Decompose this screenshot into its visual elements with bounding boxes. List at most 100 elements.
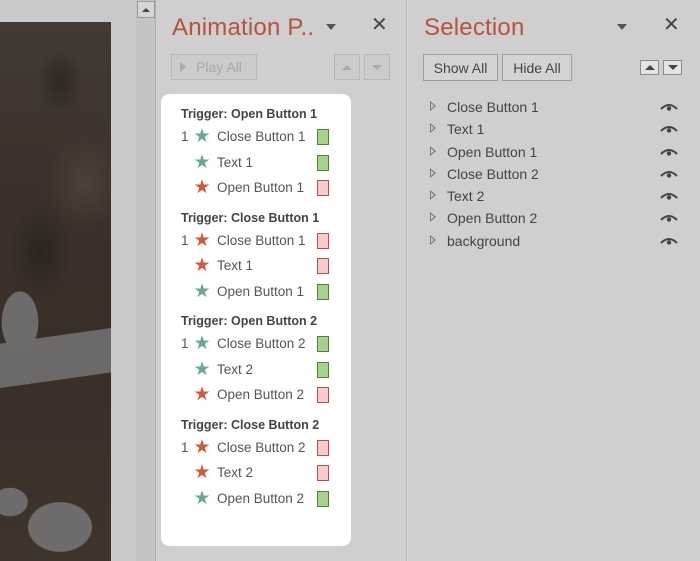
animation-item[interactable]: ★ Text 2 [181,357,351,383]
exit-timing-bar[interactable] [317,387,329,403]
animation-order-number: 1 [181,129,189,145]
exit-effect-star-icon: ★ [193,255,211,277]
visibility-eye-icon[interactable] [660,191,678,201]
animation-item-label: Text 2 [217,465,254,481]
move-up-icon [342,64,352,70]
send-backward-button[interactable] [663,60,682,75]
exit-effect-star-icon: ★ [193,384,211,406]
animation-item[interactable]: ★ Open Button 1 [181,175,351,201]
move-earlier-button[interactable] [334,54,360,80]
animation-pane-options-button[interactable] [325,22,337,32]
entrance-effect-star-icon: ★ [193,333,211,355]
selection-pane-title: Selection [424,14,525,41]
exit-effect-star-icon: ★ [193,229,211,251]
move-later-button[interactable] [364,54,390,80]
pane-divider[interactable] [406,0,408,561]
visibility-eye-icon[interactable] [660,102,678,112]
animation-item[interactable]: ★ Open Button 1 [181,279,351,305]
trigger-title[interactable]: Trigger: Close Button 1 [181,210,351,227]
entrance-timing-bar[interactable] [317,336,329,352]
animation-item-label: Text 2 [217,361,254,377]
selection-item-label[interactable]: Text 1 [447,121,484,137]
exit-timing-bar[interactable] [317,180,329,196]
animation-item[interactable]: 1 ★ Close Button 1 [181,124,351,150]
expand-triangle-icon[interactable] [430,101,436,111]
selection-item-label[interactable]: Close Button 2 [447,166,539,182]
selection-pane: Selection ✕ Show All Hide All Close Butt… [409,0,700,561]
expand-triangle-icon[interactable] [430,234,436,245]
entrance-timing-bar[interactable] [317,154,329,171]
selection-item-label[interactable]: Close Button 1 [447,99,539,115]
exit-effect-star-icon: ★ [193,436,211,458]
trigger-group: Trigger: Close Button 2 1 ★ Close Button 2 ★… [181,417,351,512]
selection-list: Close Button 1 Text 1 Open Button 1 Close B… [409,97,700,253]
selection-item[interactable]: Text 2 [409,186,700,208]
animation-list: Trigger: Open Button 1 1 ★ Close Button 1 ★ T… [161,94,351,546]
selection-pane-close-button[interactable]: ✕ [663,15,680,35]
expand-triangle-icon[interactable] [430,190,436,201]
selection-item[interactable]: Text 1 [409,119,700,141]
chevron-down-icon [326,24,336,30]
entrance-effect-star-icon: ★ [193,151,211,173]
animation-item[interactable]: ★ Text 1 [181,253,351,279]
selection-item[interactable]: Close Button 1 [409,97,700,119]
scroll-up-button[interactable] [137,1,155,18]
selection-pane-options-button[interactable] [616,22,628,32]
entrance-effect-star-icon: ★ [193,358,211,380]
visibility-eye-icon[interactable] [660,147,678,157]
expand-triangle-icon[interactable] [430,145,436,156]
animation-item[interactable]: ★ Open Button 2 [181,382,351,408]
selection-item[interactable]: background [409,231,700,253]
expand-triangle-icon[interactable] [430,123,436,134]
animation-item[interactable]: 1 ★ Close Button 2 [181,331,351,357]
exit-timing-bar[interactable] [317,232,329,249]
close-icon: ✕ [663,14,680,36]
exit-timing-bar[interactable] [317,465,329,481]
visibility-eye-icon[interactable] [660,213,678,223]
selection-item[interactable]: Open Button 1 [409,142,700,164]
trigger-title[interactable]: Trigger: Close Button 2 [181,417,351,434]
slide-background-image[interactable] [0,22,111,561]
animation-pane-close-button[interactable]: ✕ [371,15,388,35]
animation-item[interactable]: ★ Text 1 [181,150,351,176]
selection-item-label[interactable]: Open Button 1 [447,144,537,160]
chevron-down-icon [617,24,627,30]
slide-vertical-scrollbar[interactable] [136,0,156,561]
visibility-eye-icon[interactable] [660,124,678,134]
selection-item-label[interactable]: Open Button 2 [447,210,537,226]
slide-canvas-area [0,0,138,561]
selection-item[interactable]: Close Button 2 [409,164,700,186]
entrance-timing-bar[interactable] [317,361,329,378]
trigger-group: Trigger: Open Button 2 1 ★ Close Button 2 ★ T… [181,313,351,408]
animation-item-label: Open Button 1 [217,180,305,196]
hide-all-button[interactable]: Hide All [502,54,572,81]
animation-item[interactable]: ★ Text 2 [181,460,351,486]
selection-item[interactable]: Open Button 2 [409,208,700,230]
play-all-button[interactable]: Play All [171,54,257,80]
expand-triangle-icon[interactable] [430,167,436,178]
animation-item-label: Close Button 1 [217,129,306,145]
animation-pane-title: Animation P.. [172,14,315,41]
entrance-timing-bar[interactable] [317,283,329,300]
expand-triangle-icon[interactable] [430,212,436,223]
exit-timing-bar[interactable] [317,258,329,274]
show-all-button[interactable]: Show All [423,54,498,81]
entrance-timing-bar[interactable] [317,490,329,507]
trigger-title[interactable]: Trigger: Open Button 2 [181,313,351,330]
entrance-timing-bar[interactable] [317,129,329,145]
animation-item-label: Close Button 2 [217,439,306,455]
trigger-title[interactable]: Trigger: Open Button 1 [181,106,351,123]
bring-forward-button[interactable] [640,60,659,75]
animation-item[interactable]: ★ Open Button 2 [181,486,351,512]
move-down-icon [372,64,382,70]
exit-timing-bar[interactable] [317,439,329,456]
animation-item[interactable]: 1 ★ Close Button 1 [181,228,351,254]
visibility-eye-icon[interactable] [660,169,678,179]
entrance-effect-star-icon: ★ [193,487,211,509]
selection-item-label[interactable]: background [447,233,520,249]
visibility-eye-icon[interactable] [660,236,678,246]
animation-item[interactable]: 1 ★ Close Button 2 [181,435,351,461]
animation-order-number: 1 [181,232,189,248]
selection-item-label[interactable]: Text 2 [447,188,484,204]
animation-order-number: 1 [181,336,189,352]
